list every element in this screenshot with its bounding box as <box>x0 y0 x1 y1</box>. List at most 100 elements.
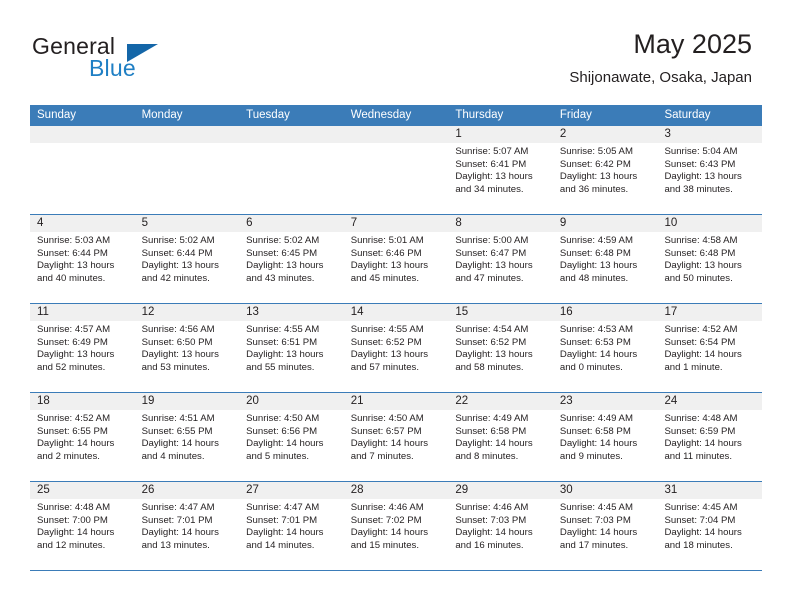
daylight-text: Daylight: 14 hours and 12 minutes. <box>37 527 115 551</box>
weekday-header-thursday: Thursday <box>455 109 504 121</box>
daylight-text: Daylight: 14 hours and 5 minutes. <box>246 438 324 462</box>
day-cell[interactable]: 28 Sunrise: 4:46 AM Sunset: 7:02 PM Dayligh… <box>343 482 449 570</box>
day-number: 3 <box>657 126 763 143</box>
day-cell[interactable]: 27 Sunrise: 4:47 AM Sunset: 7:01 PM Dayligh… <box>239 482 344 570</box>
daylight-text: Daylight: 14 hours and 17 minutes. <box>559 527 638 551</box>
day-cell[interactable]: 2 Sunrise: 5:05 AM Sunset: 6:42 PM Daylight… <box>552 126 658 214</box>
sunrise-text: Sunrise: 4:46 AM <box>350 502 424 513</box>
calendar-bottom-rule <box>30 570 762 571</box>
weekday-header-monday: Monday <box>141 109 183 121</box>
day-cell[interactable]: 29 Sunrise: 4:46 AM Sunset: 7:03 PM Dayligh… <box>448 482 553 570</box>
day-details: Sunrise: 4:48 AM Sunset: 6:59 PM Daylight:… <box>657 410 762 463</box>
daylight-text: Daylight: 13 hours and 53 minutes. <box>141 349 219 373</box>
day-cell[interactable]: 26 Sunrise: 4:47 AM Sunset: 7:01 PM Dayligh… <box>134 482 240 570</box>
sunset-text: Sunset: 6:54 PM <box>664 336 736 348</box>
sunrise-text: Sunrise: 4:57 AM <box>37 324 111 335</box>
day-number: 13 <box>239 304 344 321</box>
day-cell[interactable]: 30 Sunrise: 4:45 AM Sunset: 7:03 PM Dayligh… <box>552 482 658 570</box>
weekday-header-row: Sunday Monday Tuesday Wednesday Thursday… <box>30 105 762 126</box>
day-number: 9 <box>552 215 658 232</box>
week-row: 11 Sunrise: 4:57 AM Sunset: 6:49 PM Dayligh… <box>30 303 763 392</box>
day-number: 1 <box>448 126 553 143</box>
day-details: Sunrise: 4:51 AM Sunset: 6:55 PM Daylight:… <box>135 410 240 463</box>
sunset-text: Sunset: 6:47 PM <box>455 247 527 259</box>
sunrise-text: Sunrise: 4:47 AM <box>141 502 215 513</box>
day-cell[interactable]: 13 Sunrise: 4:55 AM Sunset: 6:51 PM Dayligh… <box>239 304 344 392</box>
day-details: Sunrise: 4:56 AM Sunset: 6:50 PM Daylight:… <box>135 321 240 374</box>
day-cell[interactable]: 25 Sunrise: 4:48 AM Sunset: 7:00 PM Dayligh… <box>30 482 135 570</box>
sunrise-text: Sunrise: 4:48 AM <box>664 413 738 424</box>
day-cell[interactable]: 12 Sunrise: 4:56 AM Sunset: 6:50 PM Dayligh… <box>134 304 240 392</box>
day-cell[interactable]: 6 Sunrise: 5:02 AM Sunset: 6:45 PM Daylight… <box>239 215 344 303</box>
day-number: 18 <box>30 393 135 410</box>
day-cell[interactable]: 4 Sunrise: 5:03 AM Sunset: 6:44 PM Daylight… <box>30 215 135 303</box>
day-cell[interactable]: 8 Sunrise: 5:00 AM Sunset: 6:47 PM Daylight… <box>448 215 553 303</box>
day-cell-empty <box>30 126 135 214</box>
day-cell[interactable]: 7 Sunrise: 5:01 AM Sunset: 6:46 PM Daylight… <box>343 215 449 303</box>
day-cell[interactable]: 19 Sunrise: 4:51 AM Sunset: 6:55 PM Dayligh… <box>134 393 240 481</box>
day-details: Sunrise: 4:50 AM Sunset: 6:56 PM Daylight:… <box>239 410 344 463</box>
day-details: Sunrise: 5:03 AM Sunset: 6:44 PM Daylight:… <box>30 232 135 285</box>
day-cell[interactable]: 5 Sunrise: 5:02 AM Sunset: 6:44 PM Daylight… <box>134 215 240 303</box>
sunrise-text: Sunrise: 4:50 AM <box>246 413 320 424</box>
day-number: 27 <box>239 482 344 499</box>
day-number: 7 <box>343 215 449 232</box>
sunrise-text: Sunrise: 4:46 AM <box>455 502 529 513</box>
day-cell[interactable]: 17 Sunrise: 4:52 AM Sunset: 6:54 PM Dayligh… <box>657 304 763 392</box>
daylight-text: Daylight: 13 hours and 45 minutes. <box>350 260 429 284</box>
day-cell[interactable]: 20 Sunrise: 4:50 AM Sunset: 6:56 PM Dayligh… <box>239 393 344 481</box>
day-cell[interactable]: 10 Sunrise: 4:58 AM Sunset: 6:48 PM Dayligh… <box>657 215 763 303</box>
sunset-text: Sunset: 6:59 PM <box>664 425 736 437</box>
daylight-text: Daylight: 14 hours and 18 minutes. <box>664 527 742 551</box>
day-cell[interactable]: 18 Sunrise: 4:52 AM Sunset: 6:55 PM Dayligh… <box>30 393 135 481</box>
sunset-text: Sunset: 6:46 PM <box>350 247 422 259</box>
sunset-text: Sunset: 6:44 PM <box>37 247 108 259</box>
calendar-page: General Blue May 2025 Shijonawate, Osaka… <box>0 0 792 612</box>
day-number: 17 <box>657 304 763 321</box>
sunrise-text: Sunrise: 4:56 AM <box>141 324 215 335</box>
sunrise-text: Sunrise: 4:53 AM <box>559 324 633 335</box>
day-cell[interactable]: 9 Sunrise: 4:59 AM Sunset: 6:48 PM Daylight… <box>552 215 658 303</box>
day-details: Sunrise: 5:07 AM Sunset: 6:41 PM Daylight:… <box>448 143 553 196</box>
sunrise-text: Sunrise: 5:07 AM <box>455 146 529 157</box>
day-details: Sunrise: 4:54 AM Sunset: 6:52 PM Daylight:… <box>448 321 553 374</box>
day-cell[interactable]: 1 Sunrise: 5:07 AM Sunset: 6:41 PM Daylight… <box>448 126 553 214</box>
day-cell[interactable]: 16 Sunrise: 4:53 AM Sunset: 6:53 PM Dayligh… <box>552 304 658 392</box>
day-cell[interactable]: 22 Sunrise: 4:49 AM Sunset: 6:58 PM Dayligh… <box>448 393 553 481</box>
day-details: Sunrise: 4:47 AM Sunset: 7:01 PM Daylight:… <box>135 499 240 552</box>
sunrise-text: Sunrise: 5:04 AM <box>664 146 738 157</box>
sunset-text: Sunset: 7:03 PM <box>455 514 527 526</box>
day-details: Sunrise: 4:57 AM Sunset: 6:49 PM Daylight:… <box>30 321 135 374</box>
day-details: Sunrise: 4:45 AM Sunset: 7:04 PM Daylight:… <box>657 499 762 552</box>
day-details: Sunrise: 5:00 AM Sunset: 6:47 PM Daylight:… <box>448 232 553 285</box>
sunset-text: Sunset: 7:04 PM <box>664 514 736 526</box>
daylight-text: Daylight: 13 hours and 50 minutes. <box>664 260 742 284</box>
day-number: 16 <box>552 304 658 321</box>
day-cell[interactable]: 3 Sunrise: 5:04 AM Sunset: 6:43 PM Daylight… <box>657 126 763 214</box>
page-header: General Blue May 2025 Shijonawate, Osaka… <box>0 0 792 104</box>
brand-logo[interactable]: General Blue <box>32 33 242 91</box>
day-number: 21 <box>343 393 449 410</box>
day-number: 20 <box>239 393 344 410</box>
day-cell[interactable]: 14 Sunrise: 4:55 AM Sunset: 6:52 PM Dayligh… <box>343 304 449 392</box>
day-number: 28 <box>343 482 449 499</box>
day-cell[interactable]: 24 Sunrise: 4:48 AM Sunset: 6:59 PM Dayligh… <box>657 393 763 481</box>
sunrise-text: Sunrise: 4:48 AM <box>37 502 111 513</box>
sunset-text: Sunset: 6:44 PM <box>141 247 213 259</box>
day-number: 15 <box>448 304 553 321</box>
day-cell[interactable]: 23 Sunrise: 4:49 AM Sunset: 6:58 PM Dayligh… <box>552 393 658 481</box>
week-row: 1 Sunrise: 5:07 AM Sunset: 6:41 PM Daylight… <box>30 126 763 214</box>
daylight-text: Daylight: 13 hours and 55 minutes. <box>246 349 324 373</box>
daylight-text: Daylight: 13 hours and 57 minutes. <box>350 349 429 373</box>
sunset-text: Sunset: 6:45 PM <box>246 247 318 259</box>
day-cell[interactable]: 11 Sunrise: 4:57 AM Sunset: 6:49 PM Dayligh… <box>30 304 135 392</box>
day-cell[interactable]: 15 Sunrise: 4:54 AM Sunset: 6:52 PM Dayligh… <box>448 304 553 392</box>
sunrise-text: Sunrise: 4:52 AM <box>664 324 738 335</box>
day-number: 5 <box>134 215 240 232</box>
day-cell[interactable]: 21 Sunrise: 4:50 AM Sunset: 6:57 PM Dayligh… <box>343 393 449 481</box>
weeks-container: 1 Sunrise: 5:07 AM Sunset: 6:41 PM Daylight… <box>30 126 763 570</box>
sunset-text: Sunset: 6:53 PM <box>559 336 631 348</box>
day-cell[interactable]: 31 Sunrise: 4:45 AM Sunset: 7:04 PM Dayligh… <box>657 482 763 570</box>
sunset-text: Sunset: 7:00 PM <box>37 514 108 526</box>
day-details: Sunrise: 4:49 AM Sunset: 6:58 PM Daylight:… <box>448 410 553 463</box>
